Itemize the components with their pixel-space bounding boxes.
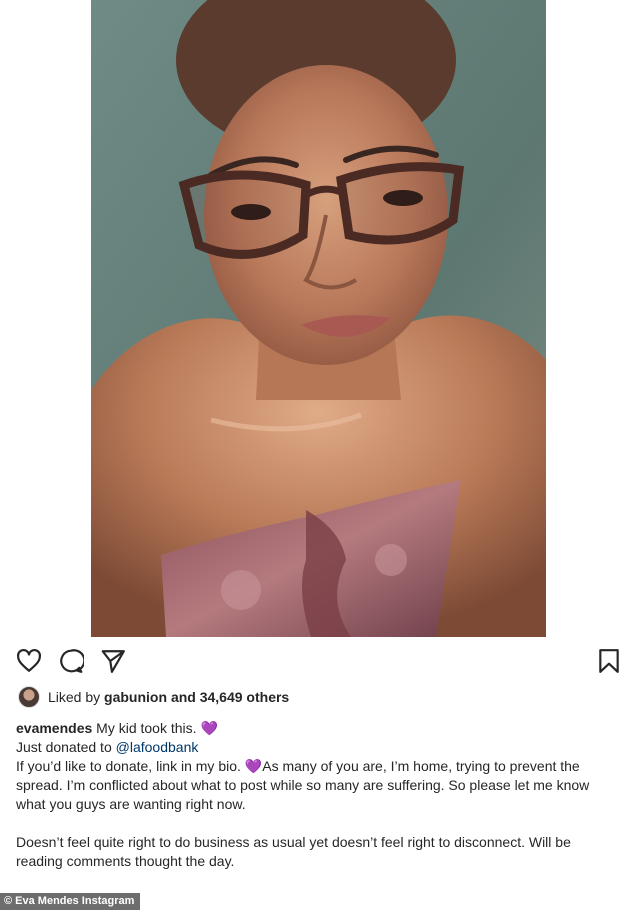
heart-icon[interactable]: [16, 648, 44, 676]
caption-text: My kid took this.: [96, 720, 201, 736]
selfie-image: [91, 0, 546, 637]
photo-credit: © Eva Mendes Instagram: [0, 893, 141, 910]
bookmark-icon[interactable]: [596, 648, 624, 676]
post-photo[interactable]: [91, 0, 546, 637]
mention-link[interactable]: @lafoodbank: [116, 739, 199, 755]
likes-row: Liked by gabunion and 34,649 others: [18, 685, 289, 709]
liked-by-prefix: Liked by: [48, 689, 101, 705]
post-caption: evamendes My kid took this. 💜 Just donat…: [16, 719, 616, 871]
caption-paragraph-1: If you’d like to donate, link in my bio.…: [16, 757, 616, 814]
caption-line-2: Just donated to @lafoodbank: [16, 738, 616, 757]
donate-text: If you’d like to donate, link in my bio.: [16, 758, 245, 774]
liked-by-count[interactable]: and 34,649 others: [171, 689, 289, 705]
purple-heart-icon: 💜: [200, 720, 218, 736]
share-icon[interactable]: [100, 648, 128, 676]
purple-heart-icon: 💜: [244, 758, 263, 774]
comment-icon[interactable]: [58, 648, 86, 676]
caption-line-1: evamendes My kid took this. 💜: [16, 719, 616, 738]
avatar[interactable]: [18, 686, 40, 708]
post-actions: [14, 648, 626, 680]
donated-text: Just donated to: [16, 739, 116, 755]
liked-by-user[interactable]: gabunion: [104, 689, 167, 705]
username[interactable]: evamendes: [16, 720, 92, 736]
caption-paragraph-2: Doesn’t feel quite right to do business …: [16, 834, 571, 869]
